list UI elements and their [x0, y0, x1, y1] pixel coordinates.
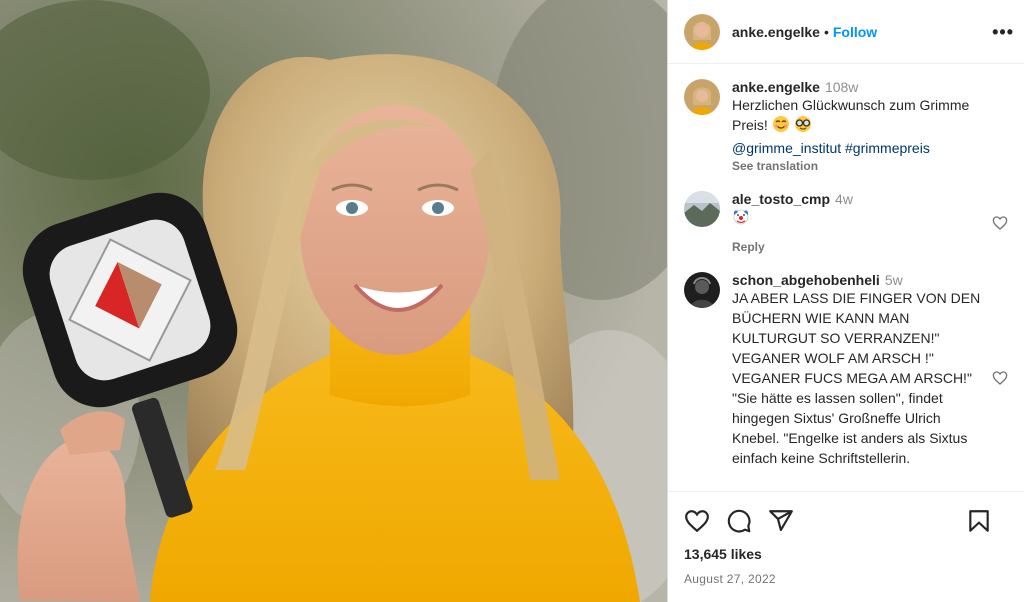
comment-bubble-icon[interactable]	[726, 508, 752, 537]
smiling-face-icon	[772, 115, 790, 138]
author-avatar[interactable]	[684, 13, 720, 50]
separator-dot: •	[823, 23, 829, 40]
comments-list[interactable]: anke.engelke 108w Herzlichen Glückwunsch…	[668, 65, 1024, 491]
commenter-avatar[interactable]	[684, 272, 720, 308]
nerd-face-icon	[794, 115, 812, 138]
comment-username[interactable]: schon_abgehobenheli	[732, 272, 880, 288]
comment-text	[732, 207, 982, 230]
caption: anke.engelke 108w Herzlichen Glückwunsch…	[684, 79, 1008, 173]
comment-item: ale_tosto_cmp 4w Reply	[684, 191, 1008, 254]
bookmark-icon[interactable]	[966, 508, 992, 537]
clown-face-icon	[732, 207, 750, 230]
post-header: anke.engelke • Follow •••	[668, 0, 1024, 64]
post-side-panel: anke.engelke • Follow ••• anke.engelke 1…	[667, 0, 1024, 602]
like-comment-heart-icon[interactable]	[992, 370, 1008, 389]
caption-username[interactable]: anke.engelke	[732, 79, 820, 95]
author-username[interactable]: anke.engelke	[732, 24, 820, 40]
action-icons	[684, 508, 1008, 536]
reply-button[interactable]: Reply	[732, 240, 982, 254]
see-translation-link[interactable]: See translation	[732, 159, 982, 173]
post-photo[interactable]	[0, 0, 667, 602]
share-send-icon[interactable]	[768, 508, 794, 537]
post-date[interactable]: August 27, 2022	[684, 572, 1008, 586]
more-options-icon[interactable]: •••	[992, 22, 1014, 43]
comment-username[interactable]: ale_tosto_cmp	[732, 191, 830, 207]
like-heart-icon[interactable]	[684, 508, 710, 537]
post-actions: 13,645 likes August 27, 2022	[668, 491, 1024, 586]
caption-avatar[interactable]	[684, 79, 720, 115]
caption-time[interactable]: 108w	[825, 79, 858, 95]
likes-count[interactable]: 13,645 likes	[684, 546, 1008, 562]
comment-text: JA ABER LASS DIE FINGER VON DEN BÜCHERN …	[732, 290, 981, 466]
commenter-avatar[interactable]	[684, 191, 720, 227]
caption-tags[interactable]: @grimme_institut #grimmepreis	[732, 138, 982, 158]
comment-item: schon_abgehobenheli 5w JA ABER LASS DIE …	[684, 272, 1008, 468]
post-dialog: anke.engelke • Follow ••• anke.engelke 1…	[0, 0, 1024, 602]
caption-text: Herzlichen Glückwunsch zum Grimme Preis!	[732, 95, 982, 138]
like-comment-heart-icon[interactable]	[992, 215, 1008, 234]
caption-text-body: Herzlichen Glückwunsch zum Grimme Preis!	[732, 97, 970, 133]
comment-time[interactable]: 5w	[885, 272, 903, 288]
comment-time[interactable]: 4w	[835, 191, 853, 207]
follow-button[interactable]: Follow	[833, 24, 877, 40]
